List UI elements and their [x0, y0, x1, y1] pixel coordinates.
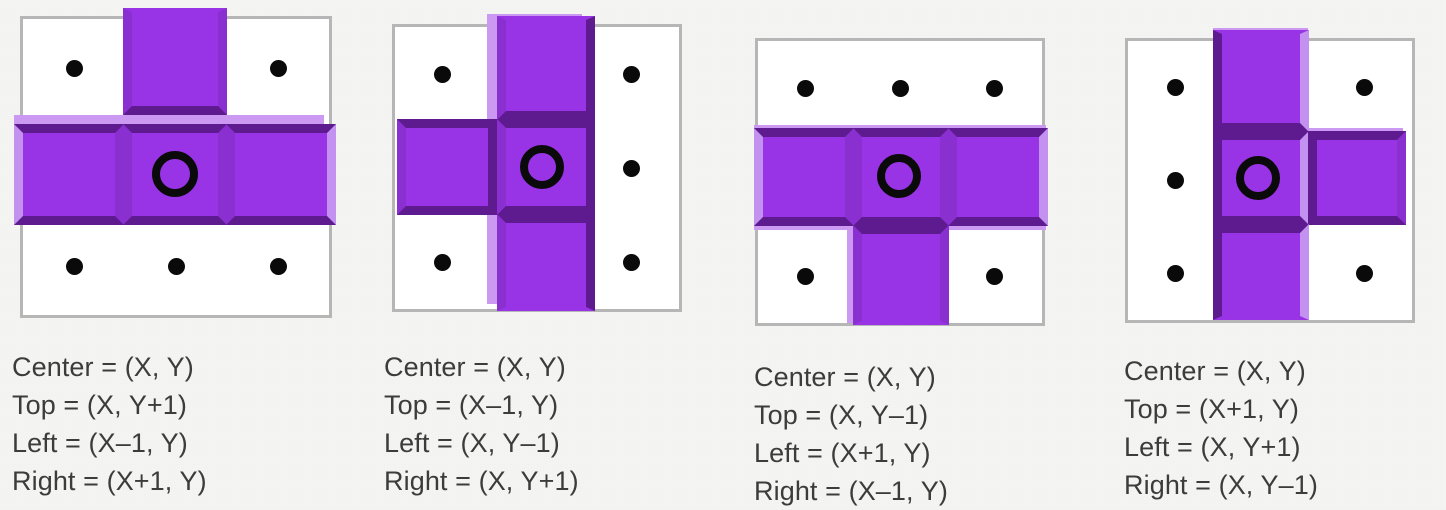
cell-dot-icon: [434, 253, 451, 271]
caption-line-center: Center = (X, Y): [12, 352, 194, 382]
cell-dot-icon: [1167, 172, 1184, 189]
tromino-block-top: [1213, 30, 1309, 132]
caption-line-right: Right = (X+1, Y): [12, 466, 207, 496]
tromino-block-center: [853, 128, 949, 226]
caption-line-top: Top = (X+1, Y): [1124, 394, 1300, 424]
caption-line-right: Right = (X, Y–1): [1124, 470, 1318, 500]
grid-cell-empty: [584, 121, 679, 215]
tromino-block-center: [1213, 131, 1309, 225]
caption-line-left: Left = (X, Y–1): [384, 428, 560, 458]
grid-cell-empty: [1128, 41, 1223, 134]
cell-dot-icon: [269, 60, 287, 77]
panel-1-caption: Center = (X, Y) Top = (X, Y+1) Left = (X…: [12, 348, 207, 500]
caption-line-top: Top = (X, Y–1): [754, 400, 929, 430]
cell-dot-icon: [1356, 265, 1373, 282]
tromino-block-left: [754, 128, 854, 226]
grid-cell-empty: [23, 19, 125, 118]
center-marker-icon: [1236, 156, 1280, 200]
cell-dot-icon: [986, 79, 1003, 97]
panel-1: Center = (X, Y) Top = (X, Y+1) Left = (X…: [0, 0, 360, 510]
tromino-orientation-figure: Center = (X, Y) Top = (X, Y+1) Left = (X…: [0, 0, 1446, 510]
caption-line-right: Right = (X–1, Y): [754, 476, 948, 506]
grid-cell-empty: [1317, 227, 1412, 320]
panel-4-caption: Center = (X, Y) Top = (X+1, Y) Left = (X…: [1124, 352, 1318, 504]
tromino-block-bottom: [497, 214, 595, 311]
center-marker-icon: [520, 145, 564, 189]
grid-cell-empty: [584, 27, 679, 121]
cell-dot-icon: [623, 159, 640, 177]
caption-line-center: Center = (X, Y): [1124, 356, 1306, 386]
grid-cell-empty: [1128, 227, 1223, 320]
cell-dot-icon: [1356, 79, 1373, 96]
tromino-block-center: [123, 124, 227, 225]
cell-dot-icon: [797, 267, 814, 285]
caption-line-center: Center = (X, Y): [754, 362, 936, 392]
cell-dot-icon: [434, 65, 451, 83]
caption-line-left: Left = (X–1, Y): [12, 428, 188, 458]
tromino-block-right: [226, 124, 336, 225]
grid-cell-empty: [947, 41, 1042, 135]
cell-dot-icon: [797, 79, 814, 97]
tromino-block-center: [497, 119, 595, 215]
panel-2: Center = (X, Y) Top = (X–1, Y) Left = (X…: [370, 0, 740, 510]
grid-cell-empty: [23, 217, 125, 316]
caption-line-top: Top = (X–1, Y): [384, 390, 559, 420]
panel-4: Center = (X, Y) Top = (X+1, Y) Left = (X…: [1110, 0, 1446, 510]
tromino-block-bottom: [1213, 224, 1309, 320]
panel-3-caption: Center = (X, Y) Top = (X, Y–1) Left = (X…: [754, 358, 948, 510]
cell-dot-icon: [1167, 79, 1184, 96]
grid-cell-empty: [758, 41, 853, 135]
panel-2-caption: Center = (X, Y) Top = (X–1, Y) Left = (X…: [384, 348, 579, 500]
tromino-block-left: [14, 124, 124, 225]
grid-cell-empty: [584, 215, 679, 309]
cell-dot-icon: [269, 258, 287, 275]
tromino-block-top: [123, 8, 227, 115]
grid-cell-empty: [395, 27, 490, 121]
tromino-block-right: [948, 128, 1048, 226]
cell-dot-icon: [167, 258, 185, 275]
cell-dot-icon: [623, 65, 640, 83]
cell-dot-icon: [1167, 265, 1184, 282]
caption-line-right: Right = (X, Y+1): [384, 466, 579, 496]
cell-dot-icon: [986, 267, 1003, 285]
grid-cell-empty: [125, 217, 227, 316]
grid-cell-empty: [1128, 134, 1223, 227]
tromino-block-left: [397, 119, 497, 215]
center-marker-icon: [877, 154, 921, 198]
cell-dot-icon: [623, 253, 640, 271]
grid-cell-empty: [395, 215, 490, 309]
panel-3: Center = (X, Y) Top = (X, Y–1) Left = (X…: [740, 0, 1115, 510]
cell-dot-icon: [65, 258, 83, 275]
tromino-block-top: [497, 16, 595, 120]
cell-dot-icon: [65, 60, 83, 77]
tromino-block-bottom: [853, 225, 949, 325]
grid-cell-empty: [1317, 41, 1412, 134]
grid-cell-empty: [758, 229, 853, 323]
grid-cell-empty: [227, 19, 329, 118]
caption-line-left: Left = (X, Y+1): [1124, 432, 1301, 462]
caption-line-left: Left = (X+1, Y): [754, 438, 931, 468]
caption-line-center: Center = (X, Y): [384, 352, 566, 382]
tromino-block-right: [1308, 131, 1406, 225]
grid-cell-empty: [947, 229, 1042, 323]
caption-line-top: Top = (X, Y+1): [12, 390, 188, 420]
grid-cell-empty: [853, 41, 948, 135]
grid-cell-empty: [227, 217, 329, 316]
center-marker-icon: [152, 151, 198, 197]
cell-dot-icon: [892, 79, 909, 97]
